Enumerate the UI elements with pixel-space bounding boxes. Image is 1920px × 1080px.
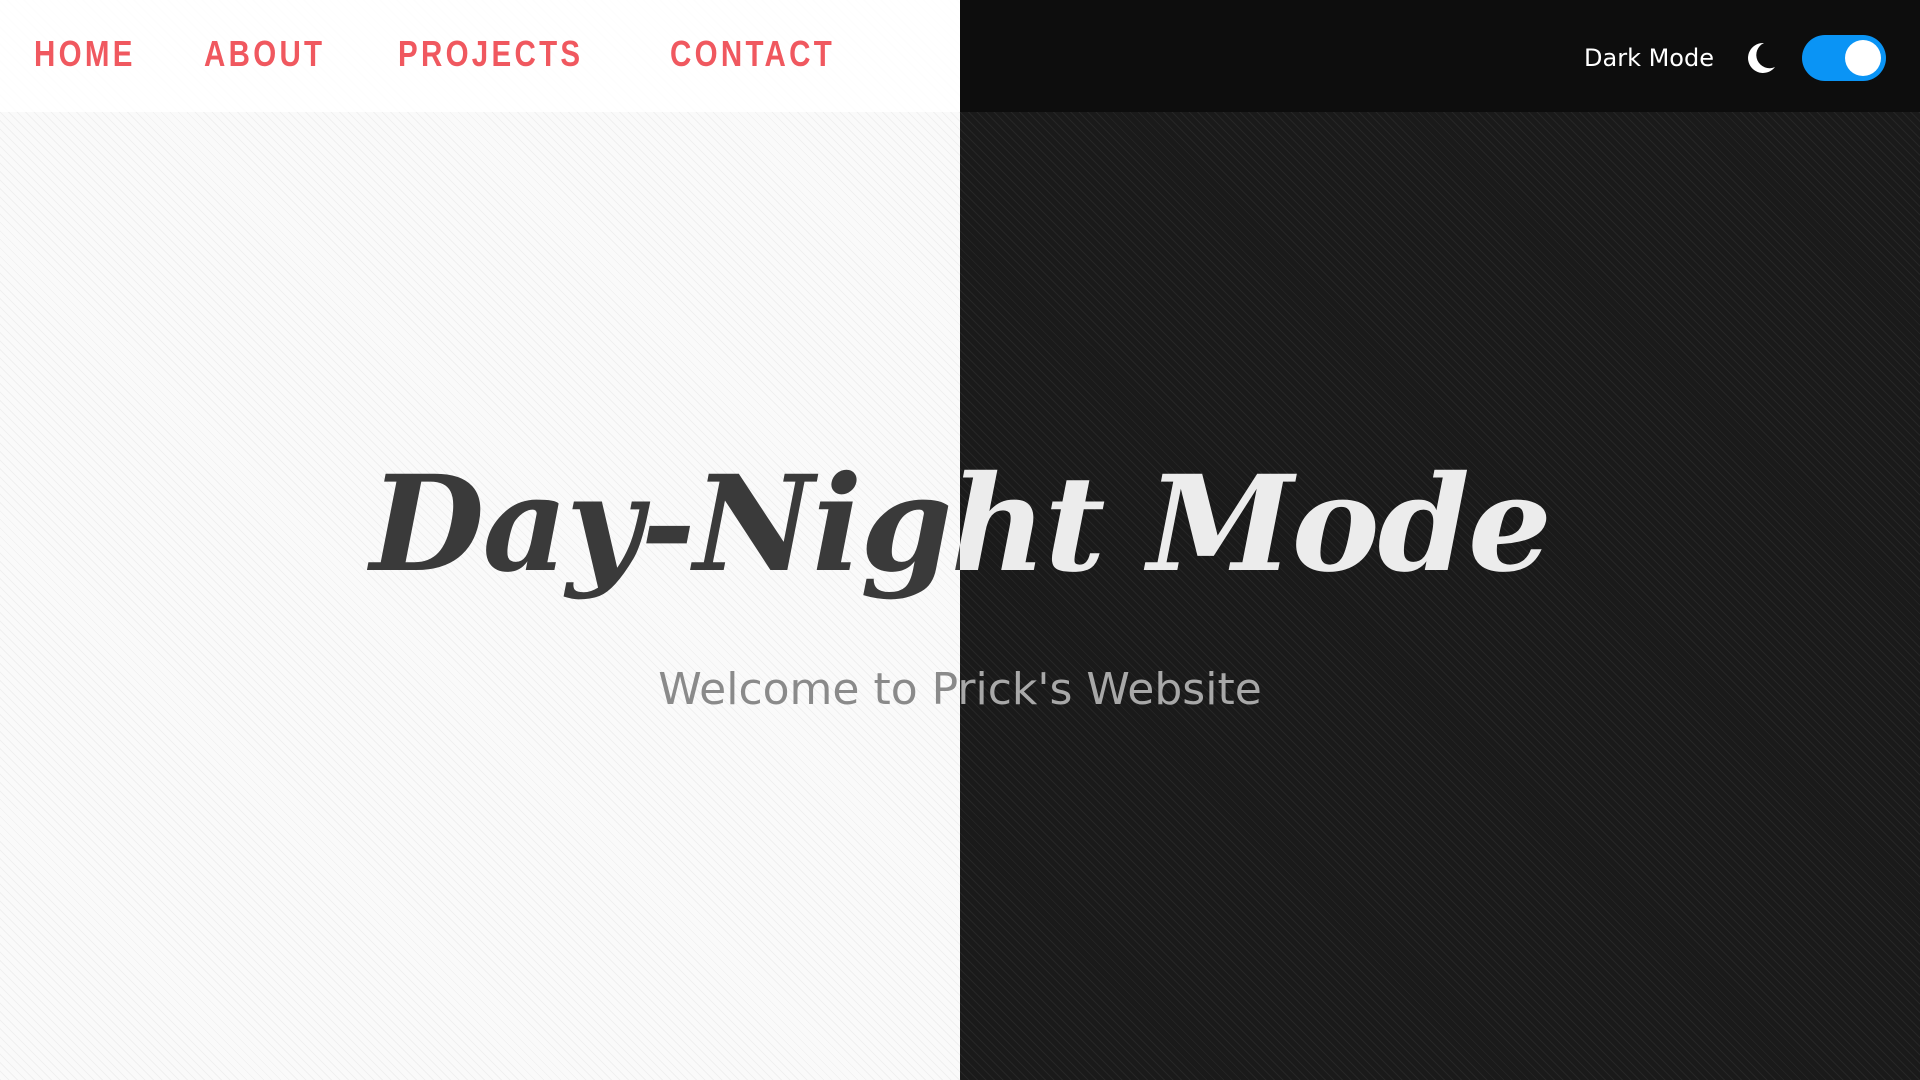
mode-controls: Dark Mode xyxy=(1584,34,1886,82)
dark-half-background xyxy=(960,0,1920,1080)
nav-link-projects[interactable]: PROJECTS xyxy=(398,30,583,78)
dark-mode-toggle[interactable] xyxy=(1802,35,1886,81)
light-half-background xyxy=(0,0,960,1080)
nav-link-about[interactable]: ABOUT xyxy=(204,30,325,78)
moon-icon xyxy=(1742,40,1778,76)
dark-mode-label: Dark Mode xyxy=(1584,44,1714,72)
nav-link-home[interactable]: HOME xyxy=(34,30,136,78)
toggle-knob xyxy=(1845,40,1881,76)
page-stage: HOME ABOUT PROJECTS CONTACT Dark Mode Da… xyxy=(0,0,1920,1080)
main-nav: HOME ABOUT PROJECTS CONTACT xyxy=(34,30,871,78)
nav-link-contact[interactable]: CONTACT xyxy=(670,30,835,78)
